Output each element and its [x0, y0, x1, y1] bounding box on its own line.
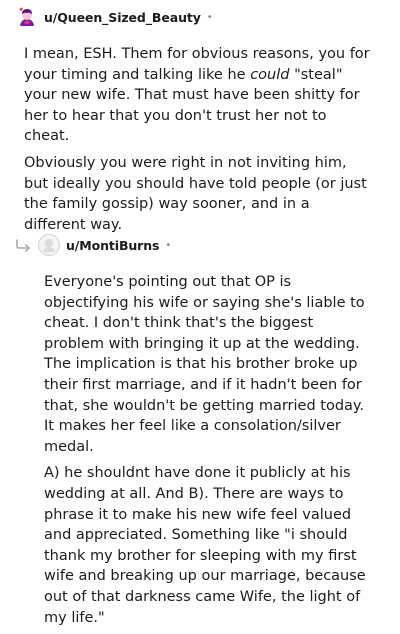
username[interactable]: u/Queen_Sized_Beauty: [44, 10, 201, 25]
comment-paragraph: Obviously you were right in not inviting…: [24, 154, 367, 233]
separator-dot: •: [206, 11, 213, 23]
comment-paragraph: A) he shouldnt have done it publicly at …: [44, 465, 366, 626]
comment-header: u/MontiBurns •: [0, 228, 400, 262]
separator-dot: •: [165, 239, 172, 251]
comment-paragraph: Everyone's pointing out that OP is objec…: [44, 274, 365, 455]
reply-thread-icon: [14, 235, 34, 255]
comment-2: u/MontiBurns • Everyone's pointing out t…: [0, 228, 400, 634]
username[interactable]: u/MontiBurns: [66, 238, 159, 253]
comment-paragraph: I mean, ESH. Them for obvious reasons, y…: [24, 46, 370, 145]
comment-1: u/Queen_Sized_Beauty • I mean, ESH. Them…: [0, 0, 400, 241]
snoo-avatar-icon[interactable]: [16, 6, 38, 28]
comment-body: Everyone's pointing out that OP is objec…: [0, 272, 400, 628]
default-avatar-icon[interactable]: [38, 234, 60, 256]
comment-body: I mean, ESH. Them for obvious reasons, y…: [0, 44, 400, 235]
comment-header: u/Queen_Sized_Beauty •: [0, 0, 400, 34]
emphasis-text: could: [250, 66, 290, 83]
